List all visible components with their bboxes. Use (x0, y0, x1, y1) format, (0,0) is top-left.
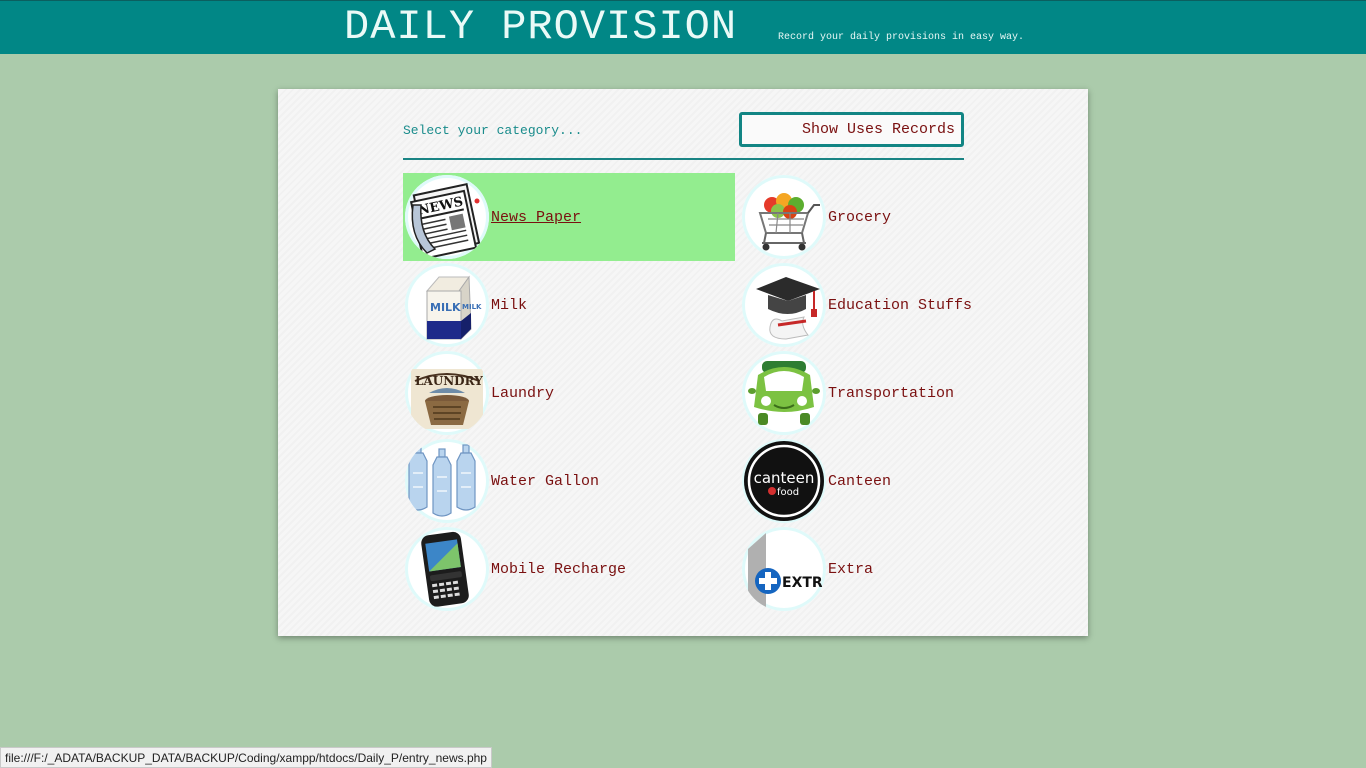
category-label: Milk (491, 296, 528, 314)
svg-text:LAUNDRY: LAUNDRY (415, 374, 483, 388)
show-uses-records-button[interactable]: Show Uses Records (739, 112, 964, 147)
canteen-food-icon: canteen food (742, 439, 826, 523)
canteen-logo-text: canteen (754, 469, 815, 487)
category-canteen[interactable]: canteen food Canteen (740, 437, 1072, 525)
category-transportation[interactable]: Transportation (740, 349, 1072, 437)
svg-text:MILK: MILK (430, 301, 461, 314)
category-education-stuffs[interactable]: Education Stuffs (740, 261, 1072, 349)
extra-logo-text: EXTRA (782, 575, 826, 591)
category-label: Water Gallon (491, 472, 600, 490)
category-label: News Paper (491, 208, 582, 226)
category-grocery[interactable]: Grocery (740, 173, 1072, 261)
milk-carton-icon: MILK MILK (405, 263, 489, 347)
category-label: Canteen (828, 472, 892, 490)
divider (403, 158, 964, 160)
mobile-phone-icon (405, 527, 489, 611)
category-laundry[interactable]: LAUNDRY Laundry (403, 349, 735, 437)
canteen-logo-subtext: food (777, 487, 799, 498)
category-mobile-recharge[interactable]: Mobile Recharge (403, 525, 735, 613)
grocery-cart-icon (742, 175, 826, 259)
category-label: Education Stuffs (828, 296, 973, 314)
category-label: Laundry (491, 384, 555, 402)
category-extra[interactable]: EXTRA Extra (740, 525, 1072, 613)
graduation-cap-icon (742, 263, 826, 347)
category-label: Transportation (828, 384, 955, 402)
newspaper-icon: NEWS (405, 175, 489, 259)
app-tagline: Record your daily provisions in easy way… (778, 32, 1025, 43)
car-icon (742, 351, 826, 435)
category-label: Mobile Recharge (491, 560, 627, 578)
category-milk[interactable]: MILK MILK Milk (403, 261, 735, 349)
extra-plus-icon: EXTRA (742, 527, 826, 611)
water-gallon-icon (405, 439, 489, 523)
category-panel: Select your category... Show Uses Record… (278, 89, 1088, 636)
category-news-paper[interactable]: NEWS News Paper (403, 173, 735, 261)
category-water-gallon[interactable]: Water Gallon (403, 437, 735, 525)
svg-text:MILK: MILK (462, 303, 482, 311)
app-title: DAILY PROVISION (344, 3, 738, 51)
status-bar-url: file:///F:/_ADATA/BACKUP_DATA/BACKUP/Cod… (0, 747, 492, 768)
select-category-label: Select your category... (403, 123, 583, 138)
category-label: Grocery (828, 208, 892, 226)
app-header: DAILY PROVISION Record your daily provis… (0, 0, 1366, 54)
category-label: Extra (828, 560, 874, 578)
laundry-basket-icon: LAUNDRY (405, 351, 489, 435)
